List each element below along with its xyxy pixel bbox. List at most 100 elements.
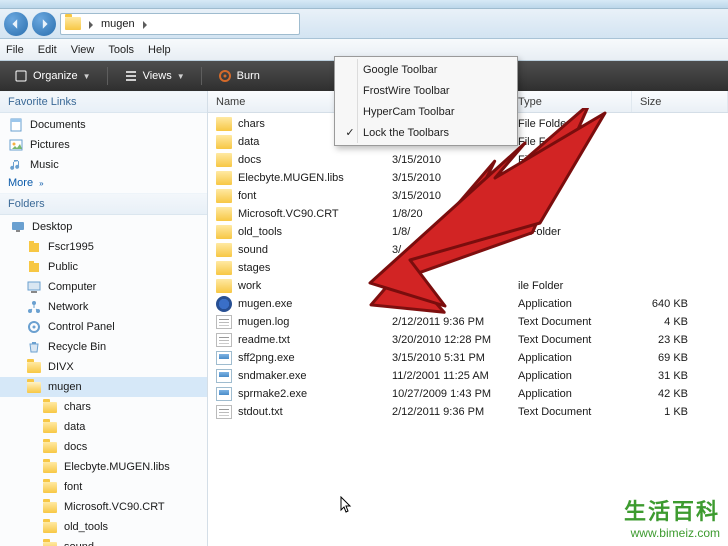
favorite-label: Music: [30, 159, 59, 171]
file-row[interactable]: sprmake2.exe10/27/2009 1:43 PMApplicatio…: [208, 385, 728, 403]
file-row[interactable]: docs3/15/2010File Folder: [208, 151, 728, 169]
organize-label: Organize: [33, 70, 78, 82]
file-row[interactable]: old_tools1/8/le Folder: [208, 223, 728, 241]
menu-tools[interactable]: Tools: [108, 44, 134, 56]
nav-forward-button[interactable]: [32, 12, 56, 36]
tree-item-fscr1995[interactable]: Fscr1995: [0, 237, 207, 257]
favorite-link-documents[interactable]: Documents: [0, 115, 207, 135]
file-name: sound: [238, 244, 268, 256]
file-name: font: [238, 190, 256, 202]
arrow-right-icon: [38, 18, 50, 30]
folders-header[interactable]: Folders: [0, 193, 207, 215]
watermark: 生活百科 www.bimeiz.com: [624, 494, 720, 540]
column-type[interactable]: Type: [510, 91, 632, 112]
file-name: stages: [238, 262, 270, 274]
separator: [201, 67, 202, 85]
column-size[interactable]: Size: [632, 91, 728, 112]
file-row[interactable]: sound3/: [208, 241, 728, 259]
favorite-link-pictures[interactable]: Pictures: [0, 135, 207, 155]
menu-help[interactable]: Help: [148, 44, 171, 56]
file-size: 23 KB: [632, 334, 728, 346]
file-name: sprmake2.exe: [238, 388, 307, 400]
tree-item-data[interactable]: data: [0, 417, 207, 437]
tree-item-font[interactable]: font: [0, 477, 207, 497]
file-row[interactable]: stdout.txt2/12/2011 9:36 PMText Document…: [208, 403, 728, 421]
file-date: 11/2/2001 11:25 AM: [384, 370, 510, 382]
address-bar[interactable]: mugen: [60, 13, 300, 35]
file-date: 2/12/2011 9:36 PM: [384, 316, 510, 328]
file-row[interactable]: font3/15/2010: [208, 187, 728, 205]
context-item-hypercam-toolbar[interactable]: HyperCam Toolbar: [337, 101, 515, 122]
file-row[interactable]: Microsoft.VC90.CRT1/8/20older: [208, 205, 728, 223]
menu-file[interactable]: File: [6, 44, 24, 56]
organize-icon: [14, 69, 28, 83]
file-size: 69 KB: [632, 352, 728, 364]
file-name: chars: [238, 118, 265, 130]
favorite-link-music[interactable]: Music: [0, 155, 207, 175]
tree-item-network[interactable]: Network: [0, 297, 207, 317]
tree-item-microsoft-vc90-crt[interactable]: Microsoft.VC90.CRT: [0, 497, 207, 517]
file-row[interactable]: Elecbyte.MUGEN.libs3/15/2010: [208, 169, 728, 187]
desktop-icon: [10, 219, 26, 235]
context-label: Lock the Toolbars: [363, 127, 449, 139]
file-size: 1 KB: [632, 406, 728, 418]
file-date: 1/8/: [384, 226, 510, 238]
tree-item-chars[interactable]: chars: [0, 397, 207, 417]
folder-icon: [216, 189, 232, 203]
folder-icon: [216, 243, 232, 257]
tree-item-mugen[interactable]: mugen: [0, 377, 207, 397]
address-segment[interactable]: mugen: [101, 18, 135, 30]
tree-item-divx[interactable]: DIVX: [0, 357, 207, 377]
organize-button[interactable]: Organize ▼: [6, 66, 99, 86]
tree-label: Desktop: [32, 221, 72, 233]
file-row[interactable]: mugen.log2/12/2011 9:36 PMText Document4…: [208, 313, 728, 331]
file-row[interactable]: readme.txt3/20/2010 12:28 PMText Documen…: [208, 331, 728, 349]
favorites-more[interactable]: More »: [0, 175, 207, 191]
tree-item-computer[interactable]: Computer: [0, 277, 207, 297]
file-row[interactable]: workile Folder: [208, 277, 728, 295]
context-item-frostwire-toolbar[interactable]: FrostWire Toolbar: [337, 80, 515, 101]
nav-back-button[interactable]: [4, 12, 28, 36]
favorite-label: Pictures: [30, 139, 70, 151]
tree-item-public[interactable]: Public: [0, 257, 207, 277]
context-label: Google Toolbar: [363, 64, 437, 76]
folder-icon: [42, 419, 58, 435]
file-date: 3/15/2010: [384, 154, 510, 166]
file-row[interactable]: sff2png.exe3/15/2010 5:31 PMApplication6…: [208, 349, 728, 367]
tree-item-desktop[interactable]: Desktop: [0, 217, 207, 237]
tree-item-sound[interactable]: sound: [0, 537, 207, 546]
folder-icon: [42, 479, 58, 495]
file-date: 10/27/2009 1:43 PM: [384, 388, 510, 400]
menu-edit[interactable]: Edit: [38, 44, 57, 56]
menu-view[interactable]: View: [71, 44, 95, 56]
control-icon: [26, 319, 42, 335]
tree-item-elecbyte-mugen-libs[interactable]: Elecbyte.MUGEN.libs: [0, 457, 207, 477]
context-label: HyperCam Toolbar: [363, 106, 455, 118]
burn-button[interactable]: Burn: [210, 66, 268, 86]
watermark-url: www.bimeiz.com: [624, 526, 720, 540]
file-row[interactable]: sndmaker.exe11/2/2001 11:25 AMApplicatio…: [208, 367, 728, 385]
music-icon: [8, 157, 24, 173]
folder-icon: [216, 117, 232, 131]
file-date: 3/15/2010: [384, 172, 510, 184]
tree-item-docs[interactable]: docs: [0, 437, 207, 457]
folder-icon: [26, 359, 42, 375]
separator: [107, 67, 108, 85]
context-item-lock-the-toolbars[interactable]: ✓Lock the Toolbars: [337, 122, 515, 143]
file-row[interactable]: mugen.exe5:11 PMApplication640 KB: [208, 295, 728, 313]
file-size: 4 KB: [632, 316, 728, 328]
file-name: docs: [238, 154, 261, 166]
context-item-google-toolbar[interactable]: Google Toolbar: [337, 59, 515, 80]
tree-item-recycle-bin[interactable]: Recycle Bin: [0, 337, 207, 357]
file-row[interactable]: stages: [208, 259, 728, 277]
tree-item-old-tools[interactable]: old_tools: [0, 517, 207, 537]
tree-label: old_tools: [64, 521, 108, 533]
txt-icon: [216, 333, 232, 347]
views-icon: [124, 69, 138, 83]
tree-item-control-panel[interactable]: Control Panel: [0, 317, 207, 337]
views-button[interactable]: Views ▼: [116, 66, 193, 86]
watermark-text: 生活百科: [624, 494, 720, 526]
file-type: Application: [510, 370, 632, 382]
tree-label: mugen: [48, 381, 82, 393]
folder-open-icon: [26, 379, 42, 395]
